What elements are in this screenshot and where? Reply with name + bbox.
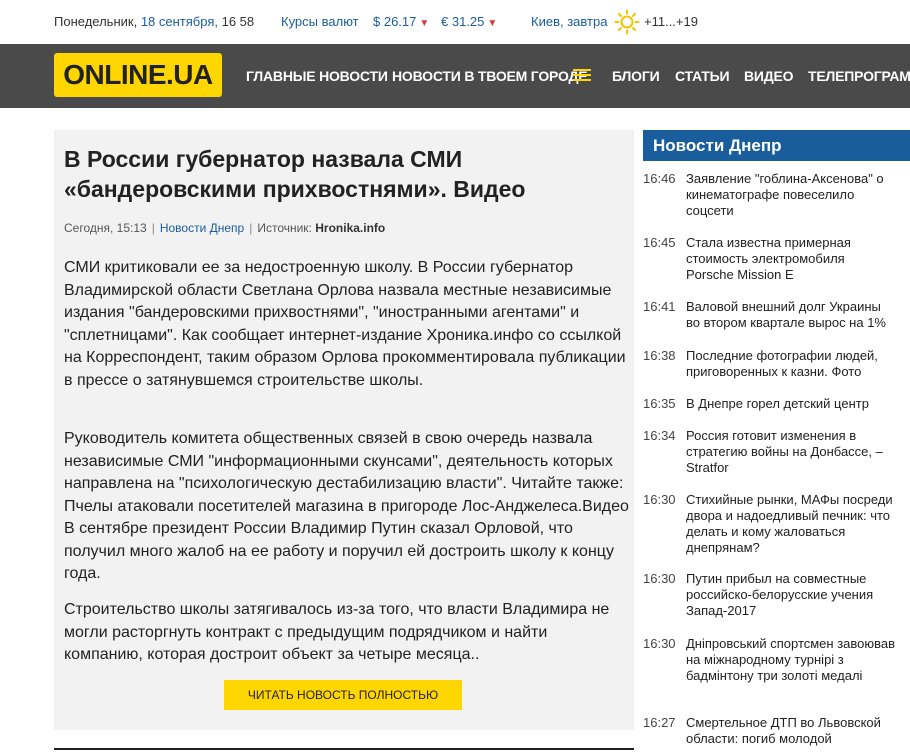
article-card: В России губернатор назвала СМИ «бандеро…: [54, 130, 634, 730]
main-navigation: ONLINE.UA Главные новости Новости в твое…: [0, 44, 910, 108]
read-full-news-button[interactable]: Читать новость полностью: [224, 680, 462, 710]
article-title: В России губернатор назвала СМИ «бандеро…: [64, 146, 526, 202]
news-headline[interactable]: Последние фотографии людей, приговоренны…: [686, 348, 896, 380]
news-time: 16:27: [643, 715, 676, 730]
menu-icon[interactable]: [573, 69, 591, 83]
date-link[interactable]: 18 сентября,: [141, 14, 218, 29]
news-time: 16:45: [643, 235, 676, 250]
current-date: Понедельник, 18 сентября, 16 58: [54, 14, 255, 29]
article-category-link[interactable]: Новости Днепр: [160, 221, 244, 235]
news-time: 16:34: [643, 428, 676, 443]
news-time: 16:30: [643, 636, 676, 651]
news-headline[interactable]: Заявление "гоблина-Аксенова" о кинематог…: [686, 171, 896, 219]
usd-rate: $ 26.17 ▼: [373, 14, 430, 29]
article-paragraph-2: Руководитель комитета общественных связе…: [64, 430, 629, 582]
news-headline[interactable]: В Днепре горел детский центр: [686, 396, 896, 412]
sun-icon: [614, 9, 640, 35]
nav-city-news[interactable]: Новости в твоем городе: [392, 68, 588, 84]
article-meta: Сегодня, 15:13 | Новости Днепр | Источник: H…: [64, 221, 386, 235]
news-headline[interactable]: Дніпровський спортсмен завоював на міжна…: [686, 636, 896, 684]
nav-tv-program[interactable]: Телепрограмма: [808, 68, 910, 84]
nav-articles[interactable]: Статьи: [675, 68, 730, 84]
weather-temperature: +11...+19: [644, 14, 698, 29]
currency-rates-link[interactable]: Курсы валют: [281, 14, 359, 29]
down-arrow-icon: ▼: [487, 18, 498, 29]
sidebar-news: Новости Днепр 16:46 Заявление "гоблина-А…: [643, 130, 910, 752]
news-time: 16:35: [643, 396, 676, 411]
site-logo[interactable]: ONLINE.UA: [54, 53, 222, 97]
nav-blogs[interactable]: Блоги: [612, 68, 660, 84]
news-headline[interactable]: Смертельное ДТП во Львовской области: по…: [686, 715, 896, 752]
news-headline[interactable]: Валовой внешний долг Украины во втором к…: [686, 299, 896, 331]
article-date: Сегодня, 15:13: [64, 221, 147, 235]
article-paragraph-3: Строительство школы затягивалось из-за т…: [64, 601, 610, 663]
news-headline[interactable]: Стала известна примерная стоимость элект…: [686, 235, 896, 283]
article-source: Hronika.info: [315, 221, 386, 235]
news-time: 16:30: [643, 492, 676, 507]
sidebar-title[interactable]: Новости Днепр: [643, 130, 910, 161]
news-time: 16:30: [643, 571, 676, 586]
eur-rate: € 31.25 ▼: [441, 14, 498, 29]
news-time: 16:41: [643, 299, 676, 314]
top-info-bar: Понедельник, 18 сентября, 16 58 Курсы ва…: [0, 0, 910, 44]
news-headline[interactable]: Россия готовит изменения в стратегию вой…: [686, 428, 896, 476]
weather-city-link[interactable]: Киев, завтра: [531, 14, 607, 29]
news-time: 16:46: [643, 171, 676, 186]
article-paragraph-1: СМИ критиковали ее за недостроенную школ…: [64, 259, 626, 389]
news-headline[interactable]: Стихийные рынки, МАФы посреди двора и на…: [686, 492, 896, 556]
nav-main-news[interactable]: Главные новости: [246, 68, 388, 84]
news-headline[interactable]: Путин прибыл на совместные российско-бел…: [686, 571, 896, 619]
down-arrow-icon: ▼: [419, 18, 430, 29]
news-time: 16:38: [643, 348, 676, 363]
nav-video[interactable]: Видео: [744, 68, 794, 84]
source-label: Источник:: [257, 221, 312, 235]
divider: [54, 748, 634, 750]
